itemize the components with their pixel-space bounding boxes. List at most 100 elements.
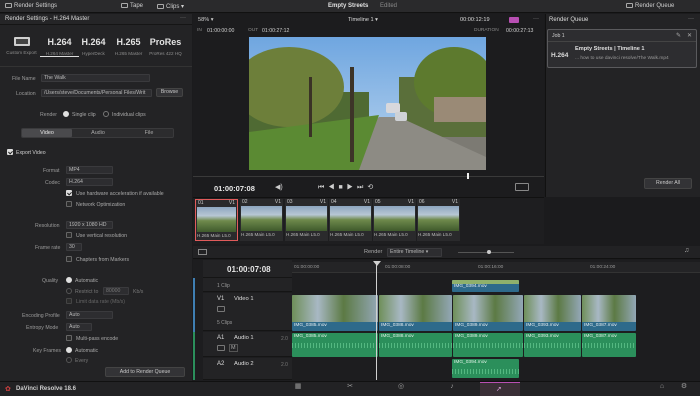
clip-thumb-02[interactable]: 02 V1 H.265 Main L5.0 [240, 199, 283, 241]
network-opt-label: Network Optimization [76, 202, 126, 208]
timeline-clip-v2[interactable]: IMG_0394.mov [452, 280, 519, 292]
top-toolbar: Render Settings Tape Clips ▾ Empty Stree… [0, 0, 700, 13]
timeline-clip-v1-1[interactable]: IMG_0385.mov [292, 295, 378, 331]
clip-thumb-06[interactable]: 06 V1 H.265 Main L5.0 [417, 199, 460, 241]
mute-track-icon[interactable] [217, 345, 225, 351]
solo-button[interactable]: M [229, 344, 238, 352]
tab-audio[interactable]: Audio [73, 129, 123, 137]
queue-more-icon[interactable]: ··· [688, 16, 694, 22]
zoom-slider-handle[interactable] [487, 250, 491, 254]
scrub-playhead[interactable] [467, 173, 469, 179]
keyframes-every-radio[interactable] [66, 357, 72, 363]
entropy-mode-select[interactable]: Auto [66, 323, 92, 331]
fullscreen-icon[interactable] [515, 183, 529, 191]
chapters-checkbox[interactable] [66, 256, 72, 262]
clip-thumb-05[interactable]: 05 V1 H.265 Main L5.0 [373, 199, 416, 241]
tab-video[interactable]: Video [22, 129, 72, 137]
timeline-clip-a2[interactable]: IMG_0394.mov [452, 359, 519, 378]
divider [0, 66, 192, 67]
timeline-clip-a1-3[interactable]: IMG_0389.mov [453, 333, 523, 357]
restrict-value[interactable]: 80000 [103, 287, 129, 295]
quality-auto-radio[interactable] [66, 277, 72, 283]
home-icon[interactable]: ⌂ [658, 383, 666, 391]
add-to-render-queue-button[interactable]: Add to Render Queue [105, 367, 185, 377]
frame-rate-select[interactable]: 30 [66, 243, 82, 251]
render-queue-toggle[interactable]: Render Queue [626, 3, 674, 9]
timeline-clip-a1-4[interactable]: IMG_0393.mov [524, 333, 581, 357]
media-page-icon[interactable]: ▦ [294, 383, 302, 391]
tape-tab[interactable]: Tape [121, 3, 143, 9]
fairlight-page-icon[interactable]: ♪ [448, 383, 456, 391]
timeline-clip-v1-2[interactable]: IMG_0388.mov [379, 295, 452, 331]
timeline-clip-v1-4[interactable]: IMG_0393.mov [524, 295, 581, 331]
render-job-card[interactable]: Job 1 ✎ ✕ H.264 Empty Streets | Timeline… [547, 29, 697, 68]
edit-page-icon[interactable]: ◎ [397, 383, 405, 391]
clip-thumb-01[interactable]: 01 V1 H.265 Main L5.0 [195, 199, 238, 241]
delete-job-icon[interactable]: ✕ [687, 32, 692, 39]
timeline-clip-v1-3[interactable]: IMG_0389.mov [453, 295, 523, 331]
export-video-checkbox[interactable] [7, 149, 13, 155]
export-video-label: Export Video [16, 150, 46, 156]
timeline-clip-a1-2[interactable]: IMG_0388.mov [379, 333, 452, 357]
location-input[interactable]: /Users/steve/Documents/Personal Files/Wr… [41, 89, 152, 97]
timeline-clip-a1-1[interactable]: IMG_0385.mov [292, 333, 378, 357]
scrub-bar[interactable] [193, 176, 544, 177]
network-opt-checkbox[interactable] [66, 201, 72, 207]
volume-icon[interactable]: ◀) [275, 183, 283, 191]
transport-controls[interactable]: ⏮◀■▶⏭⟲ [318, 183, 403, 192]
codec-select[interactable]: H.264 [66, 178, 113, 186]
project-settings-icon[interactable]: ⚙ [680, 383, 688, 391]
viewer-more-icon[interactable]: ··· [533, 16, 539, 22]
encoding-profile-select[interactable]: Auto [66, 311, 113, 319]
single-clip-radio[interactable] [63, 111, 69, 117]
preset-prores[interactable]: ProRes ProRes 422 HQ [146, 37, 185, 56]
timeline-playhead[interactable] [376, 262, 377, 380]
render-range-select[interactable]: Entire Timeline ▾ [387, 248, 442, 257]
hw-accel-checkbox[interactable] [66, 190, 72, 196]
viewer-options-icon[interactable] [509, 17, 519, 23]
restrict-radio[interactable] [66, 288, 72, 294]
timeline-ruler[interactable]: 01:00:00:00 01:00:08:00 01:00:16:00 01:0… [292, 262, 700, 273]
file-name-label: File Name [12, 76, 36, 82]
browse-button[interactable]: Browse [156, 88, 183, 97]
zoom-slider[interactable] [458, 252, 514, 253]
clip-thumb-03[interactable]: 03 V1 H.265 Main L5.0 [285, 199, 328, 241]
format-select[interactable]: MP4 [66, 166, 113, 174]
render-settings-tab[interactable]: Render Settings [5, 3, 57, 9]
render-all-button[interactable]: Render All [644, 178, 692, 189]
kbs-unit: Kb/s [133, 289, 144, 295]
keyframes-auto-radio[interactable] [66, 347, 72, 353]
edit-job-icon[interactable]: ✎ [676, 32, 681, 39]
clips-tab[interactable]: Clips ▾ [157, 3, 184, 10]
timeline-timecode: 01:00:07:08 [227, 265, 271, 274]
deliver-page-tab[interactable]: ➚ [480, 382, 520, 396]
settings-tabs: Video Audio File [21, 128, 174, 138]
cut-page-icon[interactable]: ✂ [346, 383, 354, 391]
timeline-view-icon[interactable] [198, 249, 207, 255]
resolution-label: Resolution [35, 223, 60, 229]
job-codec: H.264 [551, 52, 569, 59]
vertical-res-label: Use vertical resolution [76, 233, 128, 239]
clip-thumb-04[interactable]: 04 V1 H.265 Main L5.0 [329, 199, 372, 241]
preset-h265-master[interactable]: H.265 H.265 Master [109, 37, 148, 56]
lock-track-icon[interactable] [217, 306, 225, 312]
tab-file[interactable]: File [124, 129, 174, 137]
more-options-icon[interactable]: ··· [180, 15, 186, 21]
preset-hyperdeck[interactable]: H.264 HyperDeck [74, 37, 113, 56]
playhead-marker-icon[interactable] [373, 261, 381, 266]
multipass-checkbox[interactable] [66, 335, 72, 341]
key-frames-label: Key Frames [33, 348, 61, 354]
preset-custom-export[interactable]: Custom Export [2, 37, 41, 55]
timeline-clip-v1-5[interactable]: IMG_0387.mov [582, 295, 636, 331]
resolution-select[interactable]: 1920 x 1080 HD [66, 221, 113, 229]
vertical-res-checkbox[interactable] [66, 232, 72, 238]
individual-clips-radio[interactable] [103, 111, 109, 117]
in-label: IN [197, 28, 202, 33]
timeline-select[interactable]: Timeline 1 ▾ [348, 17, 378, 23]
timeline-clip-a1-5[interactable]: IMG_0387.mov [582, 333, 636, 357]
project-title: Empty Streets [328, 3, 369, 9]
limit-data-checkbox[interactable] [66, 298, 72, 304]
file-name-input[interactable]: The Walk [41, 74, 150, 82]
zoom-select[interactable]: 58% ▾ [198, 17, 214, 23]
audio-meter-icon[interactable]: ♫ [684, 247, 689, 254]
